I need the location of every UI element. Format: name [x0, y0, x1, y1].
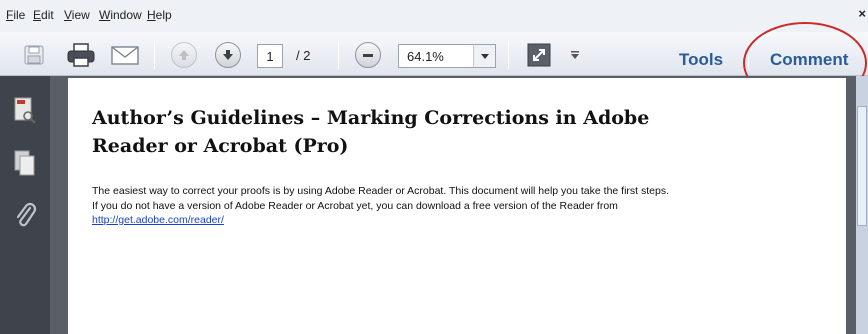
previous-page-icon[interactable]: [170, 42, 198, 68]
close-icon[interactable]: ×: [858, 6, 866, 21]
page-thumbnails-icon[interactable]: [12, 96, 38, 126]
navigation-pane: [0, 76, 50, 334]
toolbar-separator: [338, 41, 339, 69]
scrollbar-thumb[interactable]: [857, 106, 867, 226]
next-page-icon[interactable]: [214, 42, 242, 68]
toolbar-separator: [154, 41, 155, 69]
zoom-field[interactable]: 64.1%: [398, 44, 496, 68]
zoom-value: 64.1%: [407, 49, 444, 64]
body-paragraph-1: The easiest way to correct your proofs i…: [92, 185, 670, 197]
toolbar-options-icon[interactable]: [568, 42, 582, 68]
zoom-out-icon[interactable]: [354, 42, 382, 68]
document-body: The easiest way to correct your proofs i…: [92, 184, 732, 228]
fullscreen-icon[interactable]: [524, 42, 554, 68]
email-icon[interactable]: [108, 42, 142, 68]
body-paragraph-2-text: If you do not have a version of Adobe Re…: [92, 199, 618, 212]
page-total: / 2: [296, 48, 311, 63]
page-number-input[interactable]: 1: [257, 44, 283, 68]
download-link[interactable]: http://get.adobe.com/reader/: [92, 214, 224, 226]
menu-bar: File Edit View Window Help ×: [0, 0, 868, 32]
attachments-icon[interactable]: [12, 200, 38, 230]
zoom-dropdown-icon[interactable]: [473, 45, 495, 67]
menu-edit[interactable]: Edit: [33, 8, 54, 22]
print-icon[interactable]: [64, 42, 98, 68]
menu-view[interactable]: View: [64, 8, 90, 22]
document-title: Author’s Guidelines – Marking Correction…: [92, 107, 650, 157]
menu-file[interactable]: File: [6, 8, 25, 22]
toolbar: 1 / 2 64.1%: [0, 32, 868, 76]
pages-icon[interactable]: [12, 148, 38, 178]
toolbar-separator: [508, 41, 509, 69]
menu-help[interactable]: Help: [147, 8, 172, 22]
menu-window[interactable]: Window: [99, 8, 142, 22]
body-paragraph-2: If you do not have a version of Adobe Re…: [92, 199, 732, 228]
tools-button[interactable]: Tools: [679, 50, 723, 70]
vertical-scrollbar[interactable]: [856, 76, 868, 334]
save-icon[interactable]: [20, 42, 48, 68]
